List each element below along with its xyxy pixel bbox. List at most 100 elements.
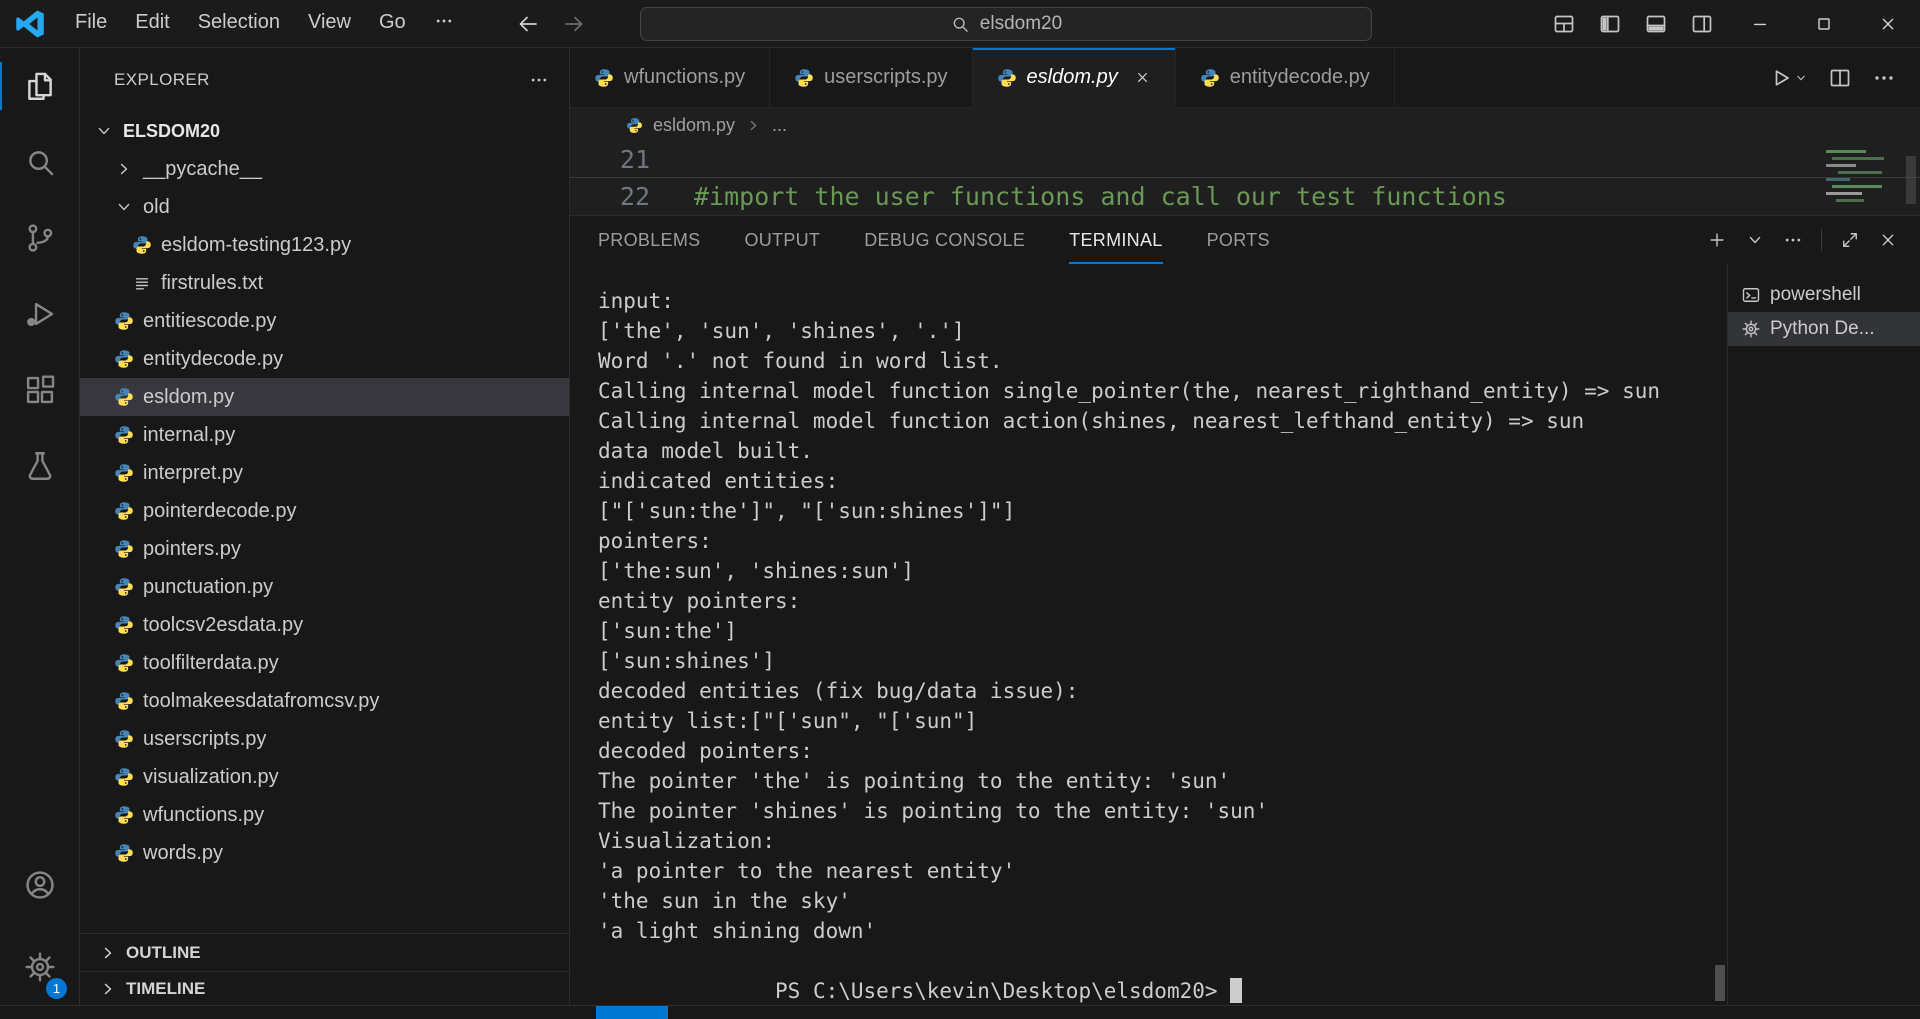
python-icon xyxy=(114,539,134,559)
tab-wfunctions-py[interactable]: wfunctions.py xyxy=(570,48,771,107)
tree-item-internal-py[interactable]: internal.py xyxy=(80,416,569,454)
close-icon xyxy=(1878,14,1898,34)
python-icon xyxy=(114,729,134,749)
panel-more-actions-button[interactable] xyxy=(1783,230,1803,250)
tree-item-toolmakeesdatafromcsv-py[interactable]: toolmakeesdatafromcsv.py xyxy=(80,682,569,720)
maximize-button[interactable] xyxy=(1792,0,1856,48)
editor-more-actions-button[interactable] xyxy=(1872,66,1896,90)
python-icon xyxy=(114,615,134,635)
terminal-line: entity list:["['sun", "['sun"] xyxy=(598,709,978,733)
code-line-21[interactable]: 21 xyxy=(570,142,1920,178)
activity-item-extensions[interactable] xyxy=(0,352,79,428)
terminal-line: The pointer 'shines' is pointing to the … xyxy=(598,799,1269,823)
tree-item-interpret-py[interactable]: interpret.py xyxy=(80,454,569,492)
tree-item-entitydecode-py[interactable]: entitydecode.py xyxy=(80,340,569,378)
panel-tab-debug-console[interactable]: DEBUG CONSOLE xyxy=(864,216,1025,264)
activity-item-explorer[interactable] xyxy=(0,48,79,124)
breadcrumb[interactable]: esldom.py ... xyxy=(570,108,1920,142)
menu-item-view[interactable]: View xyxy=(294,5,365,43)
tree-item-pointers-py[interactable]: pointers.py xyxy=(80,530,569,568)
python-icon xyxy=(114,425,134,445)
activity-item-testing[interactable] xyxy=(0,428,79,504)
panel-tab-output[interactable]: OUTPUT xyxy=(744,216,820,264)
tree-item-root-elsdom20[interactable]: ELSDOM20 xyxy=(80,112,569,150)
toggle-primary-sidebar-button[interactable] xyxy=(1598,12,1622,36)
run-python-file-button[interactable] xyxy=(1768,66,1808,90)
activity-item-accounts[interactable] xyxy=(0,847,79,923)
chevron-right-icon xyxy=(98,943,118,963)
minimize-button[interactable] xyxy=(1728,0,1792,48)
terminal-instance-python-de[interactable]: Python De... xyxy=(1728,312,1920,346)
launch-profile-dropdown-button[interactable] xyxy=(1745,230,1765,250)
tab-userscripts-py[interactable]: userscripts.py xyxy=(770,48,973,107)
terminal-instance-powershell[interactable]: powershell xyxy=(1728,278,1920,312)
tree-item-entitiescode-py[interactable]: entitiescode.py xyxy=(80,302,569,340)
tree-item-toolcsv2esdata-py[interactable]: toolcsv2esdata.py xyxy=(80,606,569,644)
tree-item-toolfilterdata-py[interactable]: toolfilterdata.py xyxy=(80,644,569,682)
tree-item-pointerdecode-py[interactable]: pointerdecode.py xyxy=(80,492,569,530)
tree-item-esldom-testing123-py[interactable]: esldom-testing123.py xyxy=(80,226,569,264)
terminal-output: input: ['the', 'sun', 'shines', '.'] Word … xyxy=(598,286,1713,946)
tree-item-old[interactable]: old xyxy=(80,188,569,226)
python-icon xyxy=(626,117,643,134)
menu-item-go[interactable]: Go xyxy=(365,5,420,43)
minimize-icon xyxy=(1750,14,1770,34)
tree-item-words-py[interactable]: words.py xyxy=(80,834,569,872)
terminal-scrollbar-thumb[interactable] xyxy=(1715,965,1725,1001)
close-panel-button[interactable] xyxy=(1878,230,1898,250)
maximize-panel-button[interactable] xyxy=(1840,230,1860,250)
activity-item-run-and-debug[interactable] xyxy=(0,276,79,352)
terminal-icon xyxy=(1741,285,1761,305)
toggle-secondary-sidebar-button[interactable] xyxy=(1690,12,1714,36)
split-editor-button[interactable] xyxy=(1828,66,1852,90)
workbench: 1 EXPLORER ELSDOM20 __pycache__ old esldom… xyxy=(0,48,1920,1005)
tab-esldom-py[interactable]: esldom.py xyxy=(972,48,1176,107)
minimap[interactable] xyxy=(1822,144,1892,214)
close-button[interactable] xyxy=(1856,0,1920,48)
terminal-line: ['the', 'sun', 'shines', '.'] xyxy=(598,319,965,343)
menu-item-selection[interactable]: Selection xyxy=(184,5,294,43)
menu-item-edit[interactable]: Edit xyxy=(121,5,183,43)
terminal[interactable]: input: ['the', 'sun', 'shines', '.'] Word … xyxy=(570,264,1713,1005)
vscode-window: File Edit Selection View Go elsdom20 1 EXPLO… xyxy=(0,0,1920,1019)
code-editor[interactable]: 21 22 #import the user functions and call … xyxy=(570,142,1920,215)
tree-item-firstrules-txt[interactable]: firstrules.txt xyxy=(80,264,569,302)
status-bar-accent-item[interactable] xyxy=(596,1006,668,1019)
tree-item-esldom-py[interactable]: esldom.py xyxy=(80,378,569,416)
sidebar-section-timeline[interactable]: TIMELINE xyxy=(80,971,569,1005)
terminal-line: Visualization: xyxy=(598,829,776,853)
activity-item-search[interactable] xyxy=(0,124,79,200)
explorer-more-actions-icon[interactable] xyxy=(529,70,549,90)
activity-item-source-control[interactable] xyxy=(0,200,79,276)
tab-entitydecode-py[interactable]: entitydecode.py xyxy=(1175,48,1395,107)
python-icon xyxy=(997,68,1017,88)
tree-item-userscripts-py[interactable]: userscripts.py xyxy=(80,720,569,758)
arrow-left-icon[interactable] xyxy=(516,12,540,36)
close-icon[interactable] xyxy=(1134,69,1151,86)
activity-item-settings[interactable]: 1 xyxy=(0,929,79,1005)
tree-item-pycache[interactable]: __pycache__ xyxy=(80,150,569,188)
menu-item-file[interactable]: File xyxy=(61,5,121,43)
toggle-panel-button[interactable] xyxy=(1644,12,1668,36)
more-menu-button[interactable] xyxy=(420,5,468,43)
account-icon xyxy=(23,868,57,902)
panel-tab-terminal[interactable]: TERMINAL xyxy=(1069,216,1163,264)
terminal-scrollbar[interactable] xyxy=(1713,264,1727,1005)
customize-layout-button[interactable] xyxy=(1552,12,1576,36)
tab-label: userscripts.py xyxy=(824,66,948,88)
panel-tab-ports[interactable]: PORTS xyxy=(1207,216,1270,264)
arrow-right-icon xyxy=(562,12,586,36)
panel-actions xyxy=(1707,229,1898,251)
sidebar-section-outline[interactable]: OUTLINE xyxy=(80,933,569,971)
terminal-line: ['the:sun', 'shines:sun'] xyxy=(598,559,915,583)
settings-badge: 1 xyxy=(46,978,67,999)
tree-item-visualization-py[interactable]: visualization.py xyxy=(80,758,569,796)
editor-scrollbar[interactable] xyxy=(1906,156,1916,204)
new-terminal-button[interactable] xyxy=(1707,230,1727,250)
tree-item-wfunctions-py[interactable]: wfunctions.py xyxy=(80,796,569,834)
code-line-22[interactable]: 22 #import the user functions and call ou… xyxy=(570,178,1920,214)
panel-tab-problems[interactable]: PROBLEMS xyxy=(598,216,700,264)
tree-item-punctuation-py[interactable]: punctuation.py xyxy=(80,568,569,606)
terminal-line: indicated entities: xyxy=(598,469,839,493)
command-center-search[interactable]: elsdom20 xyxy=(640,7,1372,41)
